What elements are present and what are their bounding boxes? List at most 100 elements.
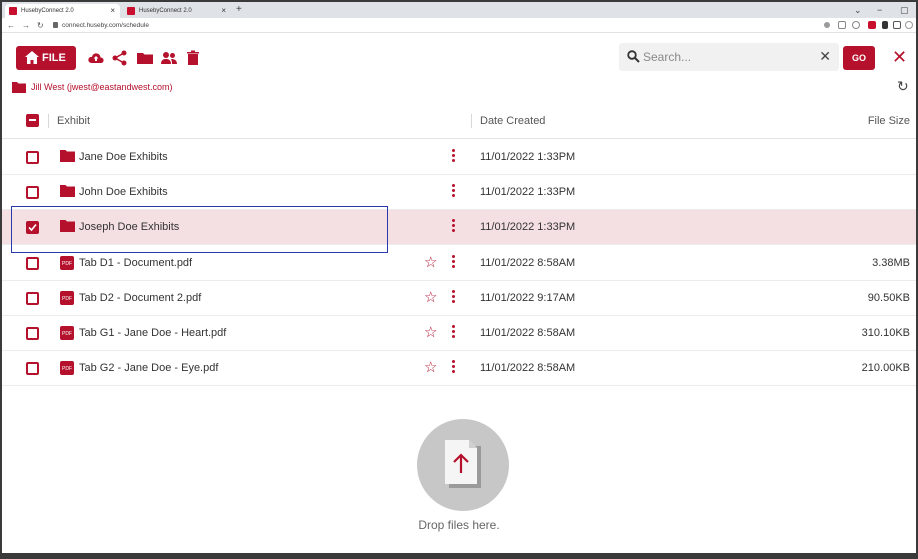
pdf-file-icon: PDF [60,361,74,375]
column-header-file-size[interactable]: File Size [868,114,910,128]
app-window: HusebyConnect 2.0 × HusebyConnect 2.0 × … [0,0,918,559]
key-icon[interactable] [824,22,830,28]
row-checkbox[interactable] [26,362,39,375]
go-button[interactable]: GO [843,46,875,70]
table-row[interactable]: PDF Tab D1 - Document.pdf ☆ 11/01/2022 8… [2,246,916,281]
extensions-puzzle-icon[interactable] [882,21,888,29]
breadcrumb-label: Jill West (jwest@eastandwest.com) [31,82,173,92]
home-icon [25,51,39,64]
row-date: 11/01/2022 8:58AM [480,257,576,269]
dropzone-upload-area[interactable] [417,419,509,511]
folder-icon [60,185,75,197]
upload-cloud-icon[interactable] [88,50,104,66]
row-name[interactable]: Tab G2 - Jane Doe - Eye.pdf [79,361,218,376]
row-checkbox[interactable] [26,292,39,305]
browser-tab-2[interactable]: HusebyConnect 2.0 × [123,4,231,18]
taskbar-strip [2,553,916,555]
address-bar: ← → ↻ connect.huseby.com/schedule [2,18,916,33]
table-row-selected[interactable]: Joseph Doe Exhibits 11/01/2022 1:33PM [2,210,916,245]
browser-tab-label: HusebyConnect 2.0 [21,8,74,14]
pdf-file-icon: PDF [60,291,74,305]
svg-text:PDF: PDF [62,331,72,337]
row-name[interactable]: Jane Doe Exhibits [79,150,168,165]
select-all-checkbox[interactable] [26,114,39,127]
bookmark-star-icon[interactable] [852,21,860,29]
folder-icon[interactable] [137,50,153,66]
huseby-favicon [9,7,17,15]
row-name[interactable]: John Doe Exhibits [79,185,168,200]
breadcrumb[interactable]: Jill West (jwest@eastandwest.com) [12,80,173,94]
trash-icon[interactable] [185,50,201,66]
table-row[interactable]: PDF Tab D2 - Document 2.pdf ☆ 11/01/2022… [2,281,916,316]
file-button-label: FILE [42,52,66,64]
table-row[interactable]: Jane Doe Exhibits 11/01/2022 1:33PM [2,140,916,175]
row-date: 11/01/2022 8:58AM [480,362,576,374]
row-size: 90.50KB [867,292,910,304]
pdf-file-icon: PDF [60,256,74,270]
favorite-star-icon[interactable]: ☆ [424,324,437,342]
row-checkbox[interactable] [26,186,39,199]
favorite-star-icon[interactable]: ☆ [424,359,437,377]
url-field[interactable]: connect.huseby.com/schedule [62,18,149,33]
table-row[interactable]: PDF Tab G1 - Jane Doe - Heart.pdf ☆ 11/0… [2,316,916,351]
users-icon[interactable] [161,50,177,66]
share-page-icon[interactable] [838,21,846,29]
column-divider [48,114,49,128]
share-icon[interactable] [112,50,128,66]
more-options-icon[interactable] [452,184,456,200]
row-name[interactable]: Joseph Doe Exhibits [79,220,179,235]
close-tab-icon[interactable]: × [110,4,115,18]
huseby-favicon [127,7,135,15]
new-tab-button[interactable]: + [236,3,242,17]
row-size: 3.38MB [872,257,910,269]
more-options-icon[interactable] [452,290,456,306]
side-panel-icon[interactable] [893,21,901,29]
reload-icon[interactable]: ↻ [37,18,44,33]
search-box: ✕ [619,43,839,71]
browser-tab-1[interactable]: HusebyConnect 2.0 × [5,4,120,18]
row-date: 11/01/2022 8:58AM [480,327,576,339]
row-checkbox[interactable] [26,327,39,340]
file-home-button[interactable]: FILE [16,46,76,70]
profile-avatar-icon[interactable] [905,21,913,29]
row-name[interactable]: Tab D1 - Document.pdf [79,256,192,271]
svg-text:PDF: PDF [62,366,72,372]
file-upload-icon [445,440,481,488]
favorite-star-icon[interactable]: ☆ [424,289,437,307]
app-toolbar: FILE ✕ GO ✕ [2,35,916,79]
minimize-button[interactable]: − [877,3,882,17]
browser-tab-strip: HusebyConnect 2.0 × HusebyConnect 2.0 × … [2,2,916,18]
extension-pdf-icon[interactable] [868,21,876,29]
forward-icon[interactable]: → [22,18,30,33]
tab-search-icon[interactable]: ⌄ [854,3,862,17]
svg-text:PDF: PDF [62,261,72,267]
maximize-button[interactable]: ▢ [900,3,909,17]
refresh-icon[interactable]: ↻ [897,78,909,95]
close-icon[interactable]: ✕ [892,47,907,67]
close-tab-icon[interactable]: × [221,4,226,18]
dropzone-label: Drop files here. [418,518,500,532]
column-header-date-created[interactable]: Date Created [480,114,545,128]
search-input[interactable] [643,47,803,67]
column-header-exhibit[interactable]: Exhibit [57,114,90,128]
favorite-star-icon[interactable]: ☆ [424,254,437,272]
back-icon[interactable]: ← [7,18,15,33]
row-size: 310.10KB [861,327,910,339]
more-options-icon[interactable] [452,360,456,376]
row-checkbox[interactable] [26,151,39,164]
row-name[interactable]: Tab G1 - Jane Doe - Heart.pdf [79,326,226,341]
row-checkbox[interactable] [26,257,39,270]
row-date: 11/01/2022 9:17AM [480,292,576,304]
more-options-icon[interactable] [452,255,456,271]
more-options-icon[interactable] [452,219,456,235]
more-options-icon[interactable] [452,325,456,341]
table-row[interactable]: PDF Tab G2 - Jane Doe - Eye.pdf ☆ 11/01/… [2,351,916,386]
browser-tab-label: HusebyConnect 2.0 [139,8,192,14]
row-name[interactable]: Tab D2 - Document 2.pdf [79,291,201,306]
row-date: 11/01/2022 1:33PM [480,186,576,198]
row-size: 210.00KB [861,362,910,374]
row-checkbox-checked[interactable] [26,221,39,234]
table-row[interactable]: John Doe Exhibits 11/01/2022 1:33PM [2,175,916,210]
clear-search-icon[interactable]: ✕ [819,48,831,65]
more-options-icon[interactable] [452,149,456,165]
